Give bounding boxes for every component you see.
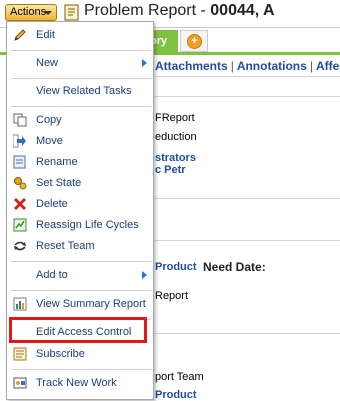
section-rule <box>155 198 340 199</box>
menu-item-label: Edit <box>36 29 55 41</box>
bg-value-report: Report <box>155 290 189 302</box>
menu-item-label: Track New Work <box>36 377 117 389</box>
menu-item-label: Subscribe <box>36 348 85 360</box>
menu-separator <box>11 106 151 107</box>
menu-item-label: Reassign Life Cycles <box>36 219 139 231</box>
subscribe-icon <box>13 347 27 361</box>
menu-item-view-summary-report[interactable]: View Summary Report <box>7 294 153 314</box>
bar-chart-icon <box>13 297 27 311</box>
chevron-down-icon <box>44 11 52 15</box>
menu-item-edit[interactable]: Edit <box>7 25 153 45</box>
actions-button-label: Actions <box>10 6 47 18</box>
menu-item-label: Delete <box>36 198 68 210</box>
link-separator: | <box>230 59 234 73</box>
menu-item-label: Move <box>36 135 63 147</box>
menu-item-new[interactable]: New <box>7 53 153 73</box>
actions-menu: Edit New View Related Tasks Copy Move Re… <box>6 21 154 400</box>
menu-item-label: Set State <box>36 177 82 189</box>
menu-item-label: New <box>36 57 59 69</box>
section-rule <box>155 96 340 97</box>
title-prefix: Problem Report - <box>84 2 211 19</box>
move-arrow-icon <box>13 134 26 148</box>
menu-separator <box>11 290 151 291</box>
copy-icon <box>13 113 27 127</box>
bg-link-product-2[interactable]: Product <box>155 389 197 401</box>
lifecycle-icon <box>13 218 27 232</box>
need-date-label: Need Date: <box>203 260 266 274</box>
bg-value-category: eduction <box>155 131 197 143</box>
related-links: Attachments|Annotations|Affect <box>155 59 340 73</box>
bg-link-user[interactable]: c Petr <box>155 164 186 176</box>
gears-icon <box>14 177 27 190</box>
menu-separator <box>11 369 151 370</box>
menu-item-reassign-life-cycles[interactable]: Reassign Life Cycles <box>7 215 153 235</box>
pencil-icon <box>14 29 26 41</box>
add-tab-icon: + <box>187 34 202 49</box>
rename-icon <box>13 155 26 169</box>
menu-item-view-related-tasks[interactable]: View Related Tasks <box>7 81 153 101</box>
menu-item-label: Rename <box>36 156 78 168</box>
menu-item-label: View Summary Report <box>36 298 146 310</box>
actions-button[interactable]: Actions <box>5 4 57 21</box>
submenu-arrow-icon <box>142 271 147 279</box>
menu-item-add-to[interactable]: Add to <box>7 265 153 285</box>
menu-item-track-new-work[interactable]: Track New Work <box>7 373 153 393</box>
menu-item-reset-team[interactable]: Reset Team <box>7 236 153 256</box>
menu-item-label: Reset Team <box>36 240 95 252</box>
section-rule <box>155 240 340 241</box>
menu-separator <box>11 261 151 262</box>
problem-report-icon <box>64 4 79 21</box>
menu-item-label: Copy <box>36 114 62 126</box>
page-title: Problem Report - 00044, A <box>84 2 275 20</box>
menu-item-delete[interactable]: Delete <box>7 194 153 214</box>
annotations-link[interactable]: Annotations <box>237 59 307 73</box>
menu-separator <box>11 78 151 79</box>
section-rule <box>155 76 340 77</box>
menu-item-rename[interactable]: Rename <box>7 152 153 172</box>
menu-item-copy[interactable]: Copy <box>7 110 153 130</box>
attachments-link[interactable]: Attachments <box>155 59 228 73</box>
bg-link-admins[interactable]: strators <box>155 152 196 164</box>
menu-separator <box>11 50 151 51</box>
menu-item-move[interactable]: Move <box>7 131 153 151</box>
menu-item-label: Add to <box>36 269 68 281</box>
menu-item-label: View Related Tasks <box>36 85 132 97</box>
section-rule <box>155 333 340 334</box>
menu-item-subscribe[interactable]: Subscribe <box>7 344 153 364</box>
bg-value-team: port Team <box>155 371 204 383</box>
bg-value-type: FReport <box>155 112 195 124</box>
submenu-arrow-icon <box>142 59 147 67</box>
link-separator: | <box>309 59 313 73</box>
tab-add[interactable]: + <box>180 30 208 52</box>
affects-link[interactable]: Affect <box>316 59 340 73</box>
highlight-box <box>9 317 147 343</box>
bg-link-product[interactable]: Product <box>155 261 197 273</box>
reset-arrows-icon <box>14 241 26 251</box>
track-work-icon <box>13 377 27 389</box>
delete-x-icon <box>13 197 27 211</box>
title-id: 00044, A <box>210 2 275 19</box>
menu-item-set-state[interactable]: Set State <box>7 173 153 193</box>
